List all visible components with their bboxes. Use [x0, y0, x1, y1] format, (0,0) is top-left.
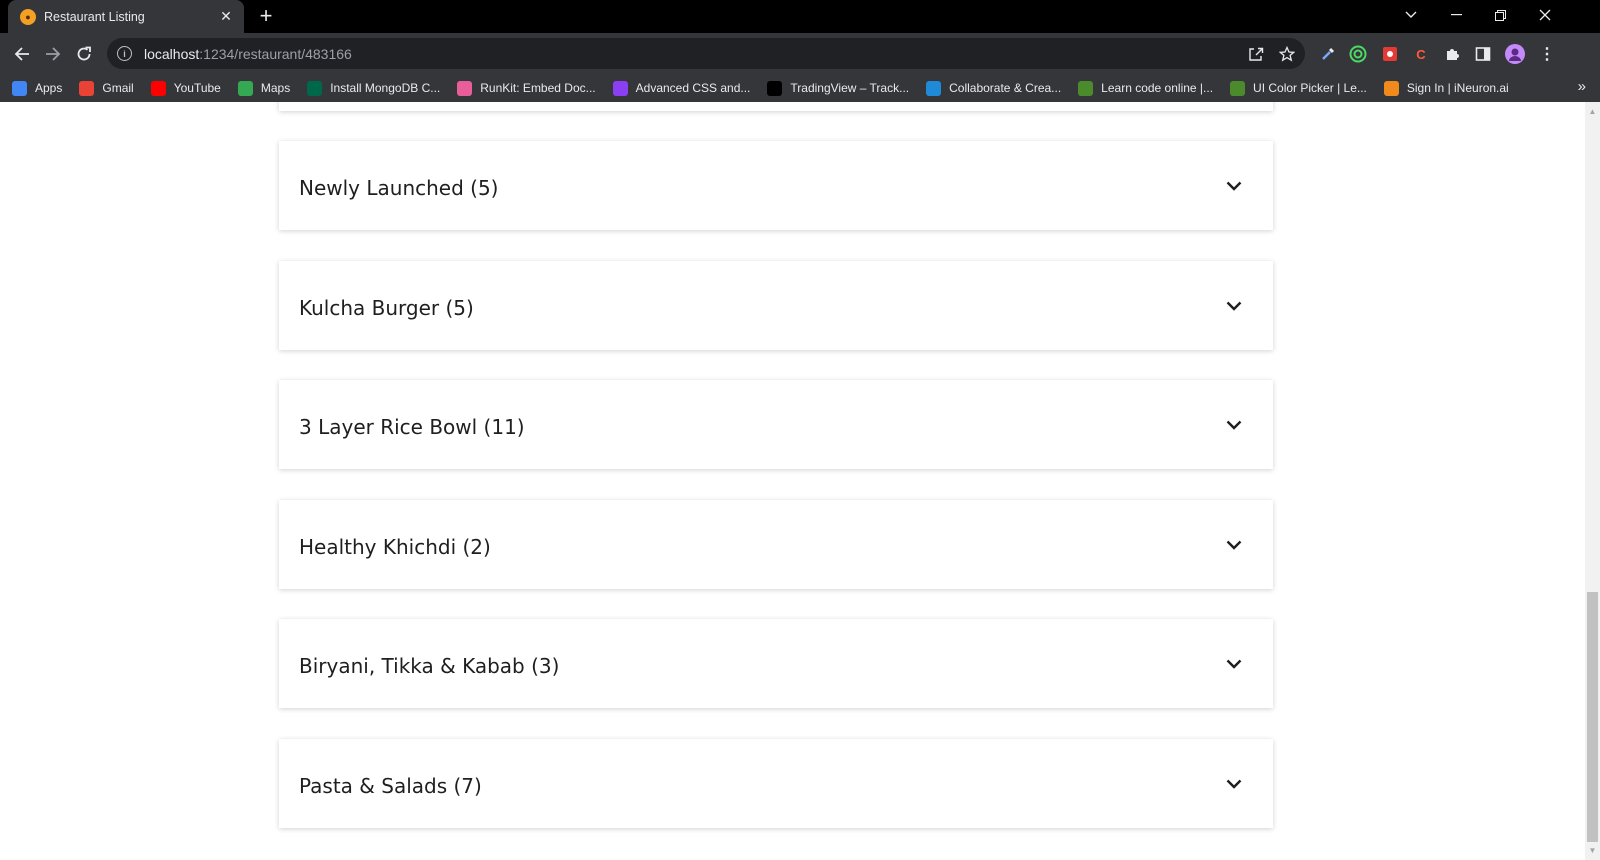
- minimize-button[interactable]: [1433, 0, 1479, 30]
- canva-icon: [926, 80, 942, 96]
- mongodb-leaf-icon: [307, 80, 323, 96]
- bookmark-label: TradingView – Track...: [790, 81, 910, 95]
- bookmark-label: Install MongoDB C...: [330, 81, 441, 95]
- chevron-down-icon[interactable]: [1223, 773, 1245, 795]
- bookmark-item[interactable]: YouTube: [150, 80, 221, 96]
- menu-category-biryani-tikka-kabab[interactable]: Biryani, Tikka & Kabab (3): [279, 619, 1273, 708]
- maps-pin-icon: [237, 80, 253, 96]
- menu-category-kulcha-burger[interactable]: Kulcha Burger (5): [279, 261, 1273, 350]
- bookmark-item[interactable]: Apps: [12, 80, 63, 96]
- bookmark-item[interactable]: UI Color Picker | Le...: [1230, 80, 1367, 96]
- colorpicker-icon: [1230, 80, 1246, 96]
- browser-toolbar: i localhost:1234/restaurant/483166 C ⋮: [0, 33, 1600, 74]
- address-bar[interactable]: i localhost:1234/restaurant/483166: [107, 38, 1305, 69]
- category-title: Kulcha Burger (5): [299, 295, 474, 320]
- youtube-icon: [150, 80, 166, 96]
- gmail-icon: [79, 80, 95, 96]
- tab-title: Restaurant Listing: [44, 9, 145, 24]
- bookmark-item[interactable]: RunKit: Embed Doc...: [457, 80, 596, 96]
- bookmark-label: Apps: [35, 81, 63, 95]
- tab-strip: ● Restaurant Listing ✕ +: [0, 0, 1600, 33]
- reload-icon[interactable]: [71, 41, 97, 67]
- vertical-scrollbar[interactable]: ▲ ▼: [1585, 102, 1600, 860]
- chevron-down-icon[interactable]: [1223, 414, 1245, 436]
- bookmark-item[interactable]: Install MongoDB C...: [307, 80, 441, 96]
- close-tab-icon[interactable]: ✕: [218, 8, 234, 25]
- restaurant-favicon-icon: ●: [20, 8, 36, 25]
- chevron-down-icon[interactable]: [1223, 295, 1245, 317]
- restore-button[interactable]: [1477, 0, 1523, 30]
- accordion-card-partial: [279, 102, 1273, 111]
- bookmark-item[interactable]: Sign In | iNeuron.ai: [1383, 80, 1509, 96]
- bookmark-label: Sign In | iNeuron.ai: [1406, 81, 1509, 95]
- bookmark-star-icon[interactable]: [1278, 45, 1296, 63]
- bookmark-label: RunKit: Embed Doc...: [480, 81, 596, 95]
- bookmark-item[interactable]: Gmail: [79, 80, 134, 96]
- chevron-down-icon[interactable]: [1223, 653, 1245, 675]
- runkit-icon: [457, 80, 473, 96]
- apps-grid-icon: [12, 80, 27, 96]
- bookmark-item[interactable]: Learn code online |...: [1078, 80, 1214, 96]
- bookmark-item[interactable]: Collaborate & Crea...: [926, 80, 1062, 96]
- scroll-down-arrow-icon[interactable]: ▼: [1585, 843, 1600, 858]
- browser-tab[interactable]: ● Restaurant Listing ✕: [8, 0, 244, 33]
- bookmark-item[interactable]: Maps: [237, 80, 291, 96]
- browser-menu-icon[interactable]: ⋮: [1537, 44, 1557, 64]
- menu-category-newly-launched[interactable]: Newly Launched (5): [279, 141, 1273, 230]
- url-host: localhost: [144, 45, 200, 62]
- codeacademy-icon: [1078, 80, 1094, 96]
- tab-search-chevron-icon[interactable]: [1388, 0, 1434, 30]
- url-path: :1234/restaurant/483166: [199, 45, 352, 62]
- site-info-icon[interactable]: i: [117, 46, 132, 61]
- bookmark-label: Collaborate & Crea...: [949, 81, 1062, 95]
- menu-category-pasta-salads[interactable]: Pasta & Salads (7): [279, 739, 1273, 828]
- category-title: Pasta & Salads (7): [299, 773, 482, 798]
- profile-avatar-icon[interactable]: [1505, 44, 1525, 64]
- scroll-up-arrow-icon[interactable]: ▲: [1585, 104, 1600, 119]
- menu-category-3-layer-rice-bowl[interactable]: 3 Layer Rice Bowl (11): [279, 380, 1273, 469]
- bookmark-label: Advanced CSS and...: [635, 81, 751, 95]
- ineuron-icon: [1383, 80, 1399, 96]
- new-tab-button[interactable]: +: [254, 4, 278, 28]
- category-title: Healthy Khichdi (2): [299, 534, 491, 559]
- bookmark-item[interactable]: TradingView – Track...: [767, 80, 910, 96]
- menu-category-healthy-khichdi[interactable]: Healthy Khichdi (2): [279, 500, 1273, 589]
- bookmarks-bar: Apps Gmail YouTube Maps Install MongoDB C...…: [0, 74, 1600, 102]
- bookmark-label: Learn code online |...: [1101, 81, 1214, 95]
- category-title: Newly Launched (5): [299, 175, 499, 200]
- bookmark-label: YouTube: [173, 81, 221, 95]
- c-extension-icon[interactable]: C: [1411, 44, 1431, 64]
- bookmark-label: UI Color Picker | Le...: [1253, 81, 1367, 95]
- chevron-down-icon[interactable]: [1223, 534, 1245, 556]
- side-panel-icon[interactable]: [1473, 44, 1493, 64]
- page-viewport: Newly Launched (5) Kulcha Burger (5) 3 L…: [0, 102, 1585, 860]
- bookmark-item[interactable]: Advanced CSS and...: [612, 80, 751, 96]
- udemy-icon: [612, 80, 628, 96]
- red-extension-icon[interactable]: [1380, 44, 1400, 64]
- tradingview-icon: [767, 80, 783, 96]
- category-title: Biryani, Tikka & Kabab (3): [299, 653, 560, 678]
- share-icon[interactable]: [1247, 45, 1265, 63]
- more-bookmarks-icon[interactable]: »: [1578, 78, 1586, 95]
- scrollbar-thumb[interactable]: [1587, 592, 1598, 842]
- forward-arrow-icon[interactable]: [40, 41, 66, 67]
- close-window-button[interactable]: [1522, 0, 1568, 30]
- bookmark-label: Maps: [260, 81, 291, 95]
- back-arrow-icon[interactable]: [9, 41, 35, 67]
- chevron-down-icon[interactable]: [1223, 175, 1245, 197]
- puzzle-extensions-icon[interactable]: [1442, 44, 1462, 64]
- bookmark-label: Gmail: [102, 81, 134, 95]
- target-extension-icon[interactable]: [1348, 44, 1368, 64]
- category-title: 3 Layer Rice Bowl (11): [299, 414, 525, 439]
- color-dropper-extension-icon[interactable]: [1318, 44, 1338, 64]
